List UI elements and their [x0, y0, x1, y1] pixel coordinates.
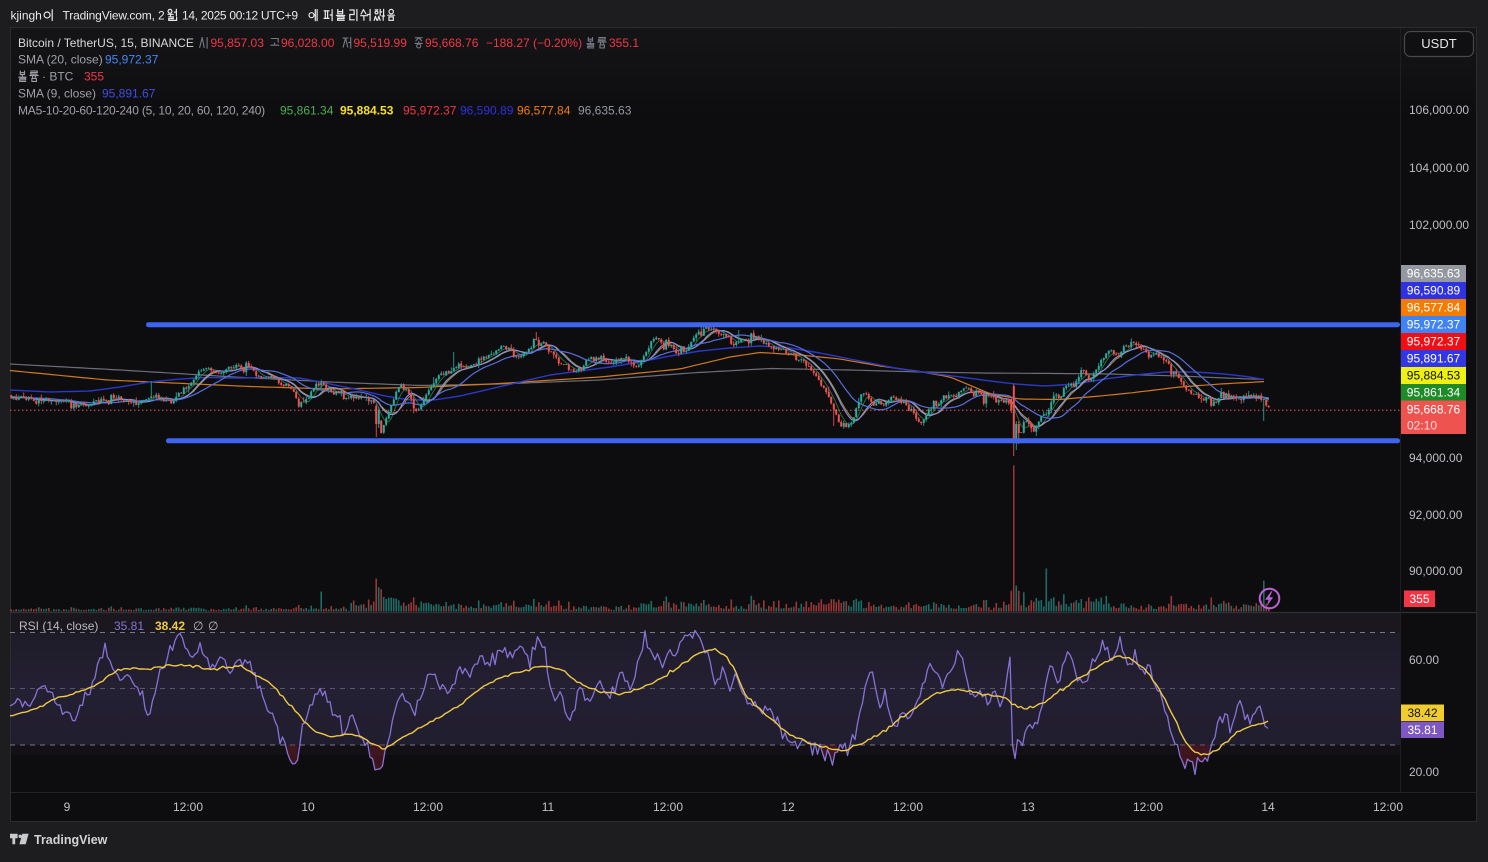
svg-text:35.81: 35.81	[114, 619, 144, 633]
svg-text:02:10: 02:10	[1407, 419, 1437, 433]
svg-text:10: 10	[301, 800, 315, 814]
svg-text:90,000.00: 90,000.00	[1409, 564, 1463, 578]
svg-text:TradingView: TradingView	[34, 833, 108, 847]
svg-text:TradingView.com, 2: TradingView.com, 2	[63, 9, 165, 23]
svg-text:12: 12	[781, 800, 795, 814]
svg-text:11: 11	[542, 800, 555, 814]
svg-text:∅: ∅	[193, 619, 203, 633]
svg-text:RSI (14, close): RSI (14, close)	[19, 619, 98, 633]
svg-text:38.42: 38.42	[1407, 706, 1437, 720]
svg-text:96,635.63: 96,635.63	[578, 104, 632, 118]
svg-text:96,028.00: 96,028.00	[281, 36, 335, 50]
svg-text:355.1: 355.1	[609, 36, 639, 50]
svg-text:95,884.53: 95,884.53	[1407, 369, 1461, 383]
svg-text:12:00: 12:00	[893, 800, 923, 814]
svg-text:96,577.84: 96,577.84	[1407, 301, 1461, 315]
svg-text:96,590.89: 96,590.89	[460, 104, 514, 118]
svg-text:13: 13	[1021, 800, 1035, 814]
svg-text:355: 355	[84, 70, 104, 84]
svg-text:12:00: 12:00	[413, 800, 443, 814]
svg-text:95,884.53: 95,884.53	[340, 104, 394, 118]
svg-text:9: 9	[64, 800, 71, 814]
svg-text:MA5-10-20-60-120-240 (5, 10, 2: MA5-10-20-60-120-240 (5, 10, 20, 60, 120…	[18, 104, 265, 118]
svg-text:Bitcoin / TetherUS, 15, BINANC: Bitcoin / TetherUS, 15, BINANCE	[18, 36, 194, 50]
svg-text:60.00: 60.00	[1409, 653, 1439, 667]
svg-text:96,590.89: 96,590.89	[1407, 284, 1461, 298]
svg-text:−188.27 (−0.20%): −188.27 (−0.20%)	[486, 36, 582, 50]
svg-text:95,972.37: 95,972.37	[403, 104, 457, 118]
svg-text:35.81: 35.81	[1407, 723, 1437, 737]
svg-text:94,000.00: 94,000.00	[1409, 451, 1463, 465]
svg-text:95,519.99: 95,519.99	[354, 36, 408, 50]
svg-text:95,891.67: 95,891.67	[102, 87, 156, 101]
svg-text:20.00: 20.00	[1409, 765, 1439, 779]
svg-text:14, 2025 00:12 UTC+9: 14, 2025 00:12 UTC+9	[182, 9, 298, 23]
svg-text:95,857.03: 95,857.03	[211, 36, 265, 50]
svg-text:38.42: 38.42	[155, 619, 185, 633]
svg-text:12:00: 12:00	[1373, 800, 1403, 814]
svg-text:355: 355	[1409, 592, 1429, 606]
svg-text:95,972.37: 95,972.37	[105, 53, 159, 67]
svg-text:SMA (20, close): SMA (20, close)	[18, 53, 103, 67]
svg-text:96,635.63: 96,635.63	[1407, 267, 1461, 281]
svg-text:104,000.00: 104,000.00	[1409, 161, 1469, 175]
svg-text:kjingh: kjingh	[11, 9, 42, 23]
svg-text:∅: ∅	[208, 619, 218, 633]
svg-text:95,972.37: 95,972.37	[1407, 335, 1461, 349]
svg-text:95,668.76: 95,668.76	[425, 36, 479, 50]
svg-text:102,000.00: 102,000.00	[1409, 218, 1469, 232]
svg-text:USDT: USDT	[1421, 36, 1456, 51]
svg-text:95,861.34: 95,861.34	[280, 104, 334, 118]
svg-text:12:00: 12:00	[173, 800, 203, 814]
svg-text:12:00: 12:00	[653, 800, 683, 814]
svg-text:106,000.00: 106,000.00	[1409, 103, 1469, 117]
svg-text:· BTC: · BTC	[42, 70, 74, 84]
svg-text:92,000.00: 92,000.00	[1409, 508, 1463, 522]
svg-text:95,668.76: 95,668.76	[1407, 403, 1461, 417]
svg-text:14: 14	[1261, 800, 1275, 814]
svg-text:95,972.37: 95,972.37	[1407, 318, 1461, 332]
svg-text:SMA (9, close): SMA (9, close)	[18, 87, 96, 101]
svg-text:95,861.34: 95,861.34	[1407, 386, 1461, 400]
svg-text:12:00: 12:00	[1133, 800, 1163, 814]
svg-text:95,891.67: 95,891.67	[1407, 352, 1461, 366]
svg-text:96,577.84: 96,577.84	[517, 104, 571, 118]
